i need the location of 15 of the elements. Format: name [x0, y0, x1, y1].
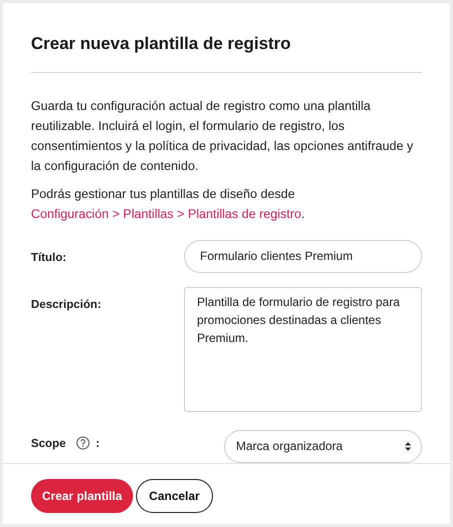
settings-link[interactable]: Configuración > Plantillas > Plantillas de registro	[31, 206, 302, 220]
field-label: Título:	[31, 250, 66, 266]
field-label: Descripción:	[31, 296, 102, 312]
dialog-title: Crear nueva plantilla de registro	[31, 31, 422, 72]
updown-caret-icon	[405, 442, 411, 450]
scope-select[interactable]: Marca organizadora	[224, 430, 422, 462]
cancel-button[interactable]: Cancelar	[136, 478, 213, 512]
manage-note: Podrás gestionar tus plantillas de diseño desde Configuración > Plantillas > Plantillas de registro.	[31, 186, 306, 223]
help-icon[interactable]	[76, 436, 90, 450]
label-colon: :	[96, 436, 100, 452]
description-textarea[interactable]: Plantilla de formulario de registro para promociones destinadas a clientes Premium.	[184, 286, 422, 412]
description-paragraph: Guarda tu configuración actual de registro como una plantilla reutilizable. Incluirá el login, el formulario de registro, los consentimientos y la política de privacidad, las opciones antifraude y la configuración de contenido.	[31, 98, 414, 175]
create-template-button[interactable]: Crear plantilla	[31, 478, 134, 512]
field-label: Scope	[31, 436, 66, 452]
title-input[interactable]: Formulario clientes Premium	[184, 240, 422, 272]
